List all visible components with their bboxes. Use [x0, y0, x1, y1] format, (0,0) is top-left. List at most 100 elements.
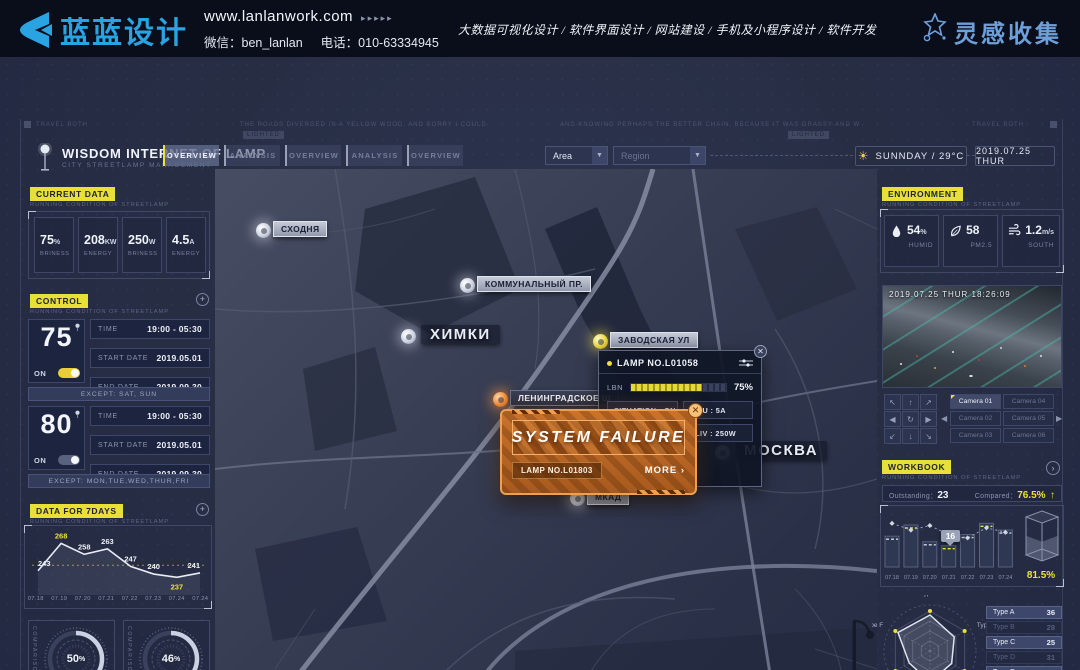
- environment-badge: ENVIRONMENT: [882, 187, 963, 201]
- map-marker-white[interactable]: [401, 329, 416, 344]
- map-label[interactable]: КОММУНАЛЬНЫЙ ПР.: [477, 276, 591, 292]
- pan-down-right-key[interactable]: ↘: [920, 428, 937, 444]
- schedule-field-start-date[interactable]: START DATE2019.05.01: [90, 435, 210, 455]
- compared-value: 76.5%: [1017, 490, 1045, 501]
- svg-text:Type F: Type F: [872, 622, 883, 629]
- camera-button-camera-05[interactable]: Camera 05: [1003, 411, 1054, 426]
- svg-text:07.19: 07.19: [904, 575, 918, 581]
- map-marker-yellow[interactable]: [593, 334, 608, 349]
- camera-button-camera-02[interactable]: Camera 02: [950, 411, 1001, 426]
- stat-value: 75%: [40, 233, 73, 247]
- city-map[interactable]: СХОДНЯКОММУНАЛЬНЫЙ ПР.ХИМКИЗАВОДСКАЯ УЛЛ…: [215, 169, 877, 670]
- except-days-bar: EXCEPT: MON,TUE,WED,THUR,FRI: [28, 474, 210, 488]
- env-row: 54%: [890, 223, 933, 237]
- stat-card-energy: 208KWENERGY: [78, 217, 118, 273]
- services-list: 大数据可视化设计 / 软件界面设计 / 网站建设 / 手机及小程序设计 / 软件…: [458, 21, 876, 38]
- comparison-label: COMPARISON FOR: [126, 626, 132, 670]
- close-icon[interactable]: ✕: [688, 403, 703, 418]
- map-label[interactable]: ХИМКИ: [421, 325, 500, 344]
- week-expand-button[interactable]: +: [196, 503, 209, 516]
- tab-overview-4[interactable]: OVERVIEW: [407, 145, 463, 166]
- region-select[interactable]: Region▼: [613, 146, 706, 165]
- stat-value: 208KW: [84, 233, 117, 247]
- tab-overview-0[interactable]: OVERVIEW: [163, 145, 219, 166]
- svg-text:258: 258: [78, 542, 91, 551]
- type-row-type-b[interactable]: Type B28: [986, 621, 1062, 634]
- schedule-field-start-date[interactable]: START DATE2019.05.01: [90, 348, 210, 368]
- env-value: 54%: [907, 223, 927, 237]
- pan-down-key[interactable]: ↓: [902, 428, 919, 444]
- tab-analysis-1[interactable]: ANALYSIS: [224, 145, 280, 166]
- control-subtitle: RUNNING CONDITION OF STREETLAMP: [30, 309, 169, 315]
- type-row-type-c[interactable]: Type C25: [986, 636, 1062, 649]
- pan-up-left-key[interactable]: ↖: [884, 394, 901, 410]
- nav-tabs: OVERVIEWANALYSISOVERVIEWANALYSISOVERVIEW: [163, 145, 463, 166]
- more-link[interactable]: MORE ›: [645, 465, 685, 476]
- environment-cards: 54%HUMID58PM2.51.2m/sSOUTH: [884, 215, 1060, 267]
- week-tick-label: 07.24: [189, 596, 213, 602]
- camera-button-camera-06[interactable]: Camera 06: [1003, 428, 1054, 443]
- pan-left-key[interactable]: ◀: [884, 411, 901, 427]
- map-marker-white[interactable]: [256, 223, 271, 238]
- svg-text:243: 243: [38, 559, 51, 568]
- pan-up-right-key[interactable]: ↗: [920, 394, 937, 410]
- camera-button-camera-03[interactable]: Camera 03: [950, 428, 1001, 443]
- power-state-label: ON: [34, 456, 46, 465]
- power-row: ON: [34, 368, 80, 378]
- power-toggle[interactable]: [58, 455, 80, 465]
- brightness-progressbar[interactable]: [630, 383, 727, 392]
- camera-video-feed: 2019.07.25 THUR 18:26:09: [882, 285, 1062, 388]
- tab-analysis-3[interactable]: ANALYSIS: [346, 145, 402, 166]
- workbook-next-button[interactable]: ›: [1046, 461, 1060, 475]
- settings-sliders-icon[interactable]: [739, 358, 753, 368]
- pan-up-key[interactable]: ↑: [902, 394, 919, 410]
- camera-button-camera-04[interactable]: Camera 04: [1003, 394, 1054, 409]
- close-icon[interactable]: ✕: [754, 345, 767, 358]
- tab-overview-2[interactable]: OVERVIEW: [285, 145, 341, 166]
- promo-banner: 蓝蓝设计 www.lanlanwork.com▸▸▸▸▸ 微信：ben_lanl…: [0, 0, 1080, 57]
- schedule-field-time[interactable]: TIME19:00 - 05:30: [90, 319, 210, 339]
- chevron-down-icon[interactable]: ▼: [690, 147, 705, 164]
- date-widget: 2019.07.25 THUR: [975, 146, 1055, 166]
- website-link[interactable]: www.lanlanwork.com▸▸▸▸▸: [204, 8, 394, 25]
- type-row-type-a[interactable]: Type A36: [986, 606, 1062, 619]
- workbook-badge: WORKBOOK: [882, 460, 951, 474]
- week-line-chart: 243268258263247240237241: [28, 525, 210, 595]
- camera-pan-controls: ↖↑↗ ◀↻▶ ↙↓↘: [884, 394, 937, 444]
- refresh-key[interactable]: ↻: [902, 411, 919, 427]
- pan-right-key[interactable]: ▶: [920, 411, 937, 427]
- left-edge-line: [20, 119, 21, 670]
- camera-next-arrow[interactable]: ▶: [1056, 414, 1062, 423]
- schedule-field-time[interactable]: TIME19:00 - 05:30: [90, 406, 210, 426]
- corner-square-decoration: [1050, 121, 1057, 128]
- type-row-type-e[interactable]: Type E24: [986, 666, 1062, 670]
- pan-down-left-key[interactable]: ↙: [884, 428, 901, 444]
- stat-card-briness: 250WBRINESS: [122, 217, 162, 273]
- power-toggle[interactable]: [58, 368, 80, 378]
- area-select[interactable]: Area▼: [545, 146, 608, 165]
- map-marker-white[interactable]: [460, 278, 475, 293]
- env-value: 58: [966, 223, 979, 237]
- control-add-button[interactable]: +: [196, 293, 209, 306]
- lamp-bulb-icon: [74, 323, 81, 332]
- alert-lamp-id[interactable]: LAMP NO.L01803: [512, 462, 602, 479]
- camera-button-camera-01[interactable]: Camera 01: [950, 394, 1001, 409]
- stat-card-energy: 4.5AENERGY: [166, 217, 206, 273]
- type-row-type-d[interactable]: Type D31: [986, 651, 1062, 664]
- current-data-badge: CURRENT DATA: [30, 187, 115, 201]
- decorative-text: LIGHTED: [788, 132, 829, 138]
- control-badge: CONTROL: [30, 294, 88, 308]
- map-label[interactable]: ЗАВОДСКАЯ УЛ: [610, 332, 698, 348]
- chevron-down-icon[interactable]: ▼: [592, 147, 607, 164]
- power-row: ON: [34, 455, 80, 465]
- camera-prev-arrow[interactable]: ◀: [941, 414, 947, 423]
- map-marker-orange[interactable]: [493, 392, 508, 407]
- field-value: 19:00 - 05:30: [147, 411, 202, 421]
- outstanding-value: 23: [937, 490, 948, 501]
- env-card-humid: 54%HUMID: [884, 215, 939, 267]
- map-label[interactable]: СХОДНЯ: [273, 221, 327, 237]
- sun-icon: ☀: [858, 150, 870, 162]
- field-value: 19:00 - 05:30: [147, 324, 202, 334]
- env-row: 58: [949, 223, 992, 237]
- workbook-bar-chart: 07.1807.1907.2007.2107.2207.2307.24: [883, 507, 1019, 590]
